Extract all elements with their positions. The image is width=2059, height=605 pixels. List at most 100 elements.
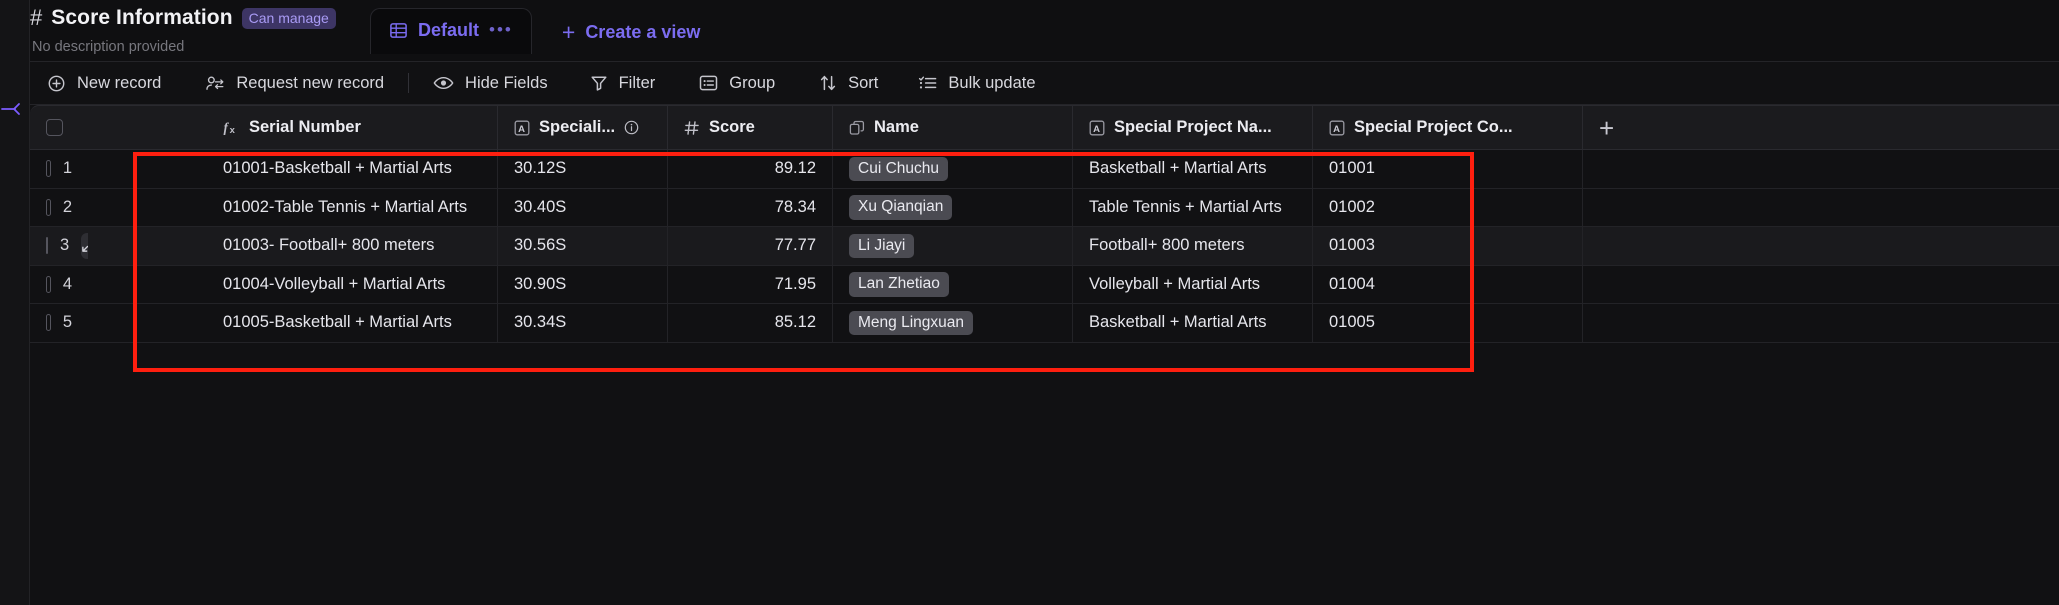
new-record-button[interactable]: New record — [45, 62, 163, 104]
cell-empty-trailing — [1583, 150, 2059, 188]
cell-name[interactable]: Cui Chuchu — [833, 150, 1073, 188]
cell-special-project-code[interactable]: 01001 — [1313, 150, 1583, 188]
sort-label: Sort — [848, 73, 879, 92]
column-header-special-project-code-label: Special Project Co... — [1354, 118, 1513, 136]
select-all-checkbox[interactable] — [46, 119, 63, 136]
cell-name[interactable]: Lan Zhetiao — [833, 265, 1073, 303]
cell-name[interactable]: Meng Lingxuan — [833, 304, 1073, 342]
sidebar-toggle-icon[interactable] — [0, 96, 24, 122]
row-checkbox[interactable] — [46, 198, 51, 216]
cell-score[interactable]: 71.95 — [668, 265, 833, 303]
svg-text:x: x — [230, 125, 236, 136]
column-header-serial-label: Serial Number — [249, 118, 361, 136]
name-tag: Cui Chuchu — [849, 156, 948, 181]
plus-icon: + — [561, 19, 576, 45]
new-record-label: New record — [77, 73, 162, 92]
cell-serial[interactable]: 01005-Basketball + Martial Arts — [88, 304, 498, 342]
name-tag: Xu Qianqian — [849, 195, 953, 220]
group-button[interactable]: Group — [697, 62, 777, 104]
cell-score[interactable]: 77.77 — [668, 227, 833, 265]
cell-special-project-code[interactable]: 01002 — [1313, 188, 1583, 226]
cell-spec[interactable]: 30.40S — [498, 188, 668, 226]
tab-more-icon[interactable]: ••• — [489, 21, 513, 41]
select-all-cell[interactable] — [30, 106, 88, 149]
row-select-cell[interactable]: 4 — [30, 266, 88, 304]
cell-special-project-code[interactable]: 01003 — [1313, 227, 1583, 265]
info-icon[interactable] — [624, 120, 639, 135]
group-icon — [699, 74, 718, 92]
row-index: 1 — [62, 159, 72, 178]
table-row[interactable]: 4 01004-Volleyball + Martial Arts 30.90S 71… — [30, 265, 2059, 304]
row-checkbox[interactable] — [46, 275, 51, 293]
cell-empty-trailing — [1583, 189, 2059, 227]
row-select-cell[interactable]: 1 — [30, 150, 88, 188]
cell-serial[interactable]: 01004-Volleyball + Martial Arts — [88, 265, 498, 303]
column-header-special-project-code[interactable]: A Special Project Co... — [1313, 106, 1583, 149]
left-rail — [0, 0, 30, 605]
row-index: 4 — [62, 274, 72, 293]
sort-arrows-icon — [819, 74, 837, 92]
table-row[interactable]: 2 01002-Table Tennis + Martial Arts 30.40S… — [30, 188, 2059, 227]
cell-special-project-name[interactable]: Basketball + Martial Arts — [1073, 150, 1313, 188]
page-description: No description provided — [32, 39, 185, 55]
expand-row-icon[interactable] — [81, 232, 88, 259]
create-view-button[interactable]: + Create a view — [562, 8, 701, 44]
hide-fields-button[interactable]: Hide Fields — [431, 62, 550, 104]
cell-special-project-name[interactable]: Volleyball + Martial Arts — [1073, 265, 1313, 303]
formula-icon: f x — [223, 119, 240, 136]
row-select-cell[interactable]: 3 — [30, 227, 88, 265]
cell-empty-trailing — [1583, 266, 2059, 304]
cell-special-project-code[interactable]: 01005 — [1313, 304, 1583, 342]
row-checkbox[interactable] — [46, 314, 51, 332]
cell-special-project-name[interactable]: Football+ 800 meters — [1073, 227, 1313, 265]
row-checkbox[interactable] — [46, 237, 48, 255]
number-icon — [684, 120, 700, 136]
cell-serial[interactable]: 01001-Basketball + Martial Arts — [88, 150, 498, 188]
text-icon: A — [1329, 120, 1345, 136]
svg-text:A: A — [1093, 124, 1100, 135]
cell-score[interactable]: 89.12 — [668, 150, 833, 188]
cell-spec[interactable]: 30.12S — [498, 150, 668, 188]
row-index: 3 — [60, 236, 70, 255]
data-grid: f x Serial Number A Speciali... Score Na… — [30, 105, 2059, 605]
cell-score[interactable]: 78.34 — [668, 188, 833, 226]
plus-icon: + — [1599, 112, 1615, 143]
column-header-spec[interactable]: A Speciali... — [498, 106, 668, 149]
cell-spec[interactable]: 30.56S — [498, 227, 668, 265]
cell-name[interactable]: Xu Qianqian — [833, 188, 1073, 226]
tab-default[interactable]: Default ••• — [370, 8, 532, 54]
column-header-score[interactable]: Score — [668, 106, 833, 149]
add-field-button[interactable]: + — [1583, 106, 2059, 149]
table-row[interactable]: 3 01003- Football+ 800 meters 30.56S 77.77 L… — [30, 227, 2059, 266]
column-header-special-project-name[interactable]: A Special Project Na... — [1073, 106, 1313, 149]
cell-serial[interactable]: 01002-Table Tennis + Martial Arts — [88, 188, 498, 226]
cell-serial[interactable]: 01003- Football+ 800 meters — [88, 227, 498, 265]
cell-special-project-name[interactable]: Basketball + Martial Arts — [1073, 304, 1313, 342]
title-block: # Score Information Can manage No descri… — [30, 4, 336, 55]
row-select-cell[interactable]: 2 — [30, 189, 88, 227]
table-row[interactable]: 5 01005-Basketball + Martial Arts 30.34S 85… — [30, 304, 2059, 343]
sort-button[interactable]: Sort — [817, 62, 880, 104]
name-tag: Lan Zhetiao — [849, 272, 949, 297]
row-checkbox[interactable] — [46, 160, 51, 178]
permission-badge: Can manage — [241, 7, 336, 29]
cell-score[interactable]: 85.12 — [668, 304, 833, 342]
column-header-serial[interactable]: f x Serial Number — [88, 106, 498, 149]
filter-button[interactable]: Filter — [588, 62, 658, 104]
cell-spec[interactable]: 30.90S — [498, 265, 668, 303]
svg-text:A: A — [1333, 124, 1340, 135]
cell-spec[interactable]: 30.34S — [498, 304, 668, 342]
cell-special-project-name[interactable]: Table Tennis + Martial Arts — [1073, 188, 1313, 226]
column-header-special-project-name-label: Special Project Na... — [1114, 118, 1272, 136]
hide-fields-label: Hide Fields — [465, 73, 548, 92]
table-row[interactable]: 1 01001-Basketball + Martial Arts 30.12S 89… — [30, 150, 2059, 189]
row-select-cell[interactable]: 5 — [30, 304, 88, 342]
cell-special-project-code[interactable]: 01004 — [1313, 265, 1583, 303]
cell-name[interactable]: Li Jiayi — [833, 227, 1073, 265]
column-header-name[interactable]: Name — [833, 106, 1073, 149]
hash-icon: # — [30, 5, 43, 30]
request-new-record-button[interactable]: Request new record — [203, 62, 386, 104]
request-new-record-label: Request new record — [236, 73, 385, 92]
column-header-name-label: Name — [874, 118, 919, 136]
bulk-update-button[interactable]: Bulk update — [916, 62, 1037, 104]
